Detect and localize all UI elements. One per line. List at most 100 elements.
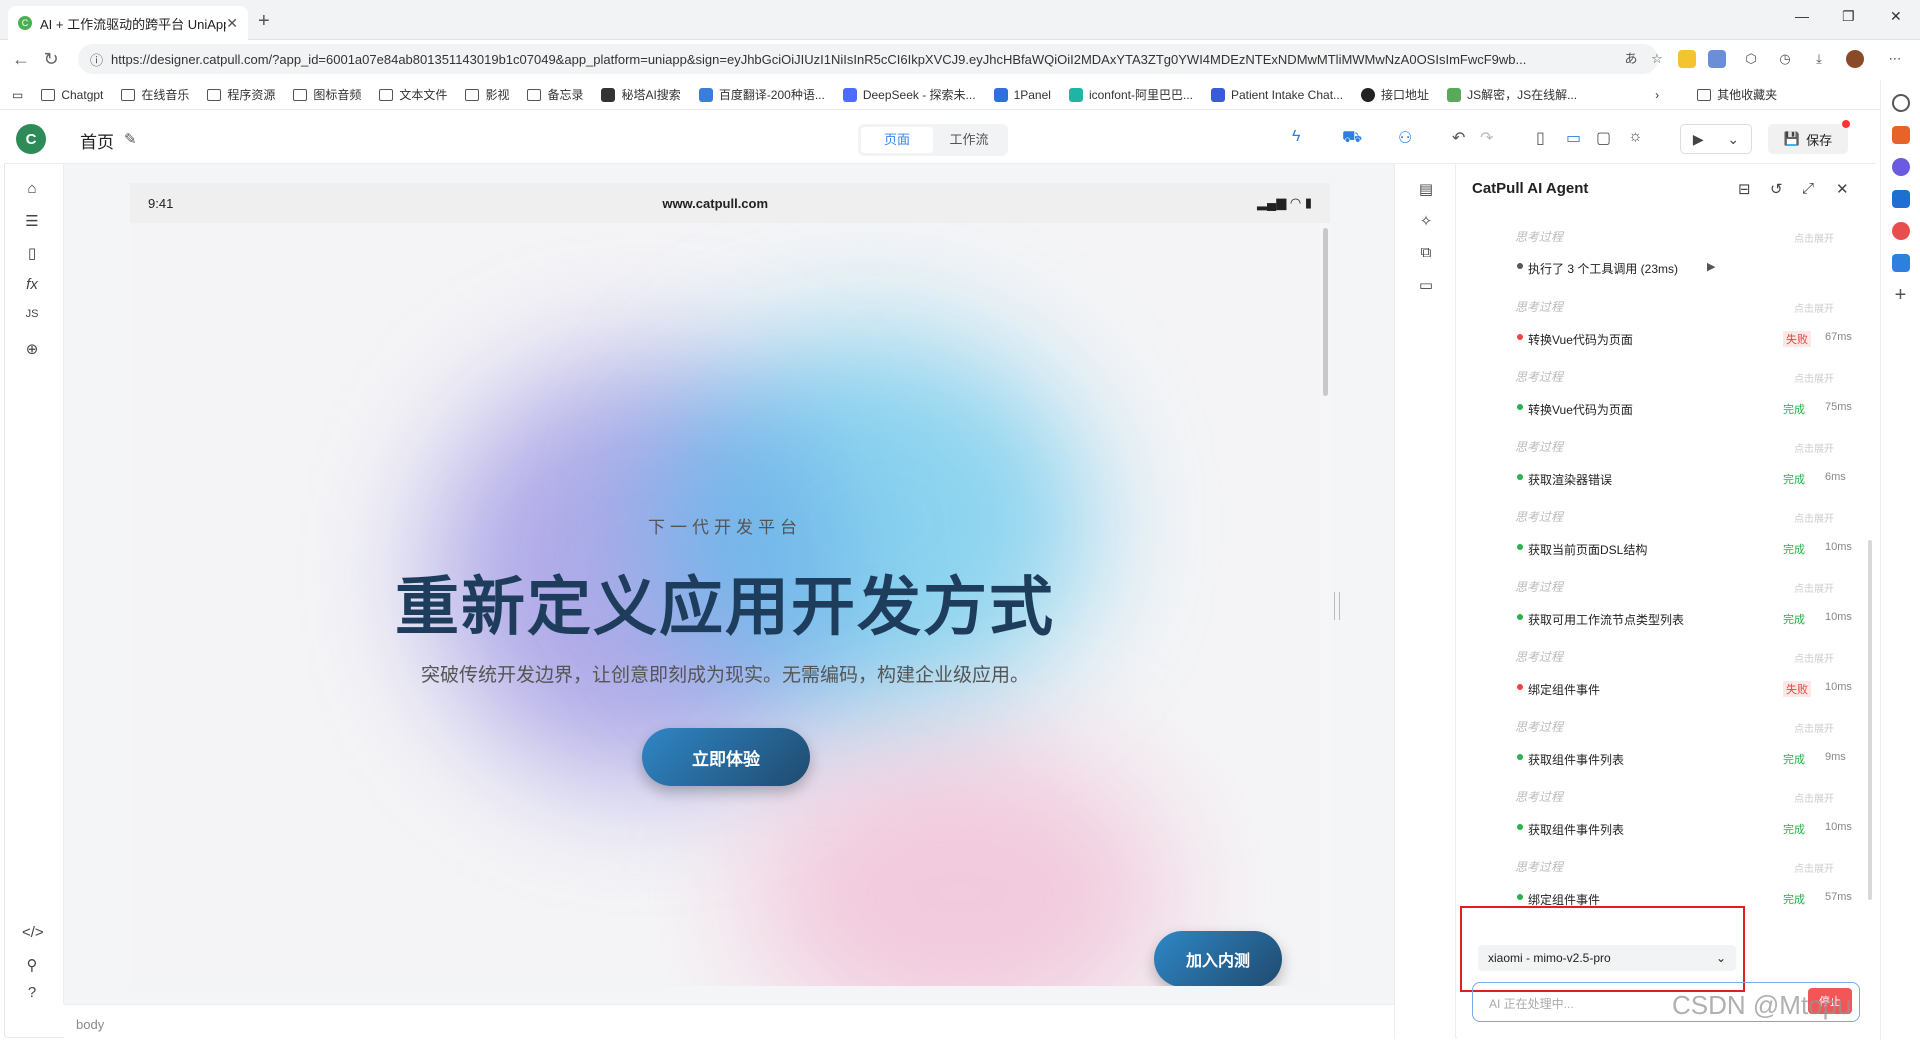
properties-icon[interactable]: ▤	[1416, 180, 1436, 198]
bookmark-item[interactable]: JS解密，JS在线解...	[1447, 86, 1577, 103]
ai-assistant-icon[interactable]: ⚇	[1398, 128, 1412, 148]
device-scroll-thumb[interactable]	[1323, 228, 1328, 396]
mobile-view-icon[interactable]: ▯	[1536, 128, 1545, 148]
globe-icon[interactable]: ⊕	[22, 340, 42, 358]
tab-workflow[interactable]: 工作流	[933, 127, 1005, 153]
bookmark-item[interactable]: 接口地址	[1361, 86, 1429, 103]
minimize-icon[interactable]: —	[1795, 8, 1809, 24]
app-logo[interactable]: C	[16, 124, 46, 154]
bookmark-item[interactable]: Chatgpt	[41, 88, 103, 102]
copy-icon[interactable]: ⧉	[1416, 244, 1436, 261]
reload-icon[interactable]: ↻	[36, 49, 66, 70]
join-beta-button[interactable]: 加入内测	[1154, 931, 1282, 986]
bookmark-item[interactable]: 影视	[465, 86, 509, 103]
think-row[interactable]: 思考过程 点击展开	[1457, 776, 1857, 805]
tool-row[interactable]: 获取当前页面DSL结构 完成 10ms	[1457, 531, 1857, 559]
bookmark-item[interactable]: iconfont-阿里巴巴...	[1068, 86, 1193, 103]
history-icon[interactable]: ◷	[1776, 50, 1794, 68]
close-tab-icon[interactable]: ✕	[226, 15, 238, 32]
search-icon[interactable]	[1891, 94, 1910, 112]
bookmark-item[interactable]: 图标音频	[293, 86, 361, 103]
think-row[interactable]: 思考过程 点击展开	[1457, 216, 1857, 245]
back-icon[interactable]: ←	[6, 49, 36, 70]
more-menu-icon[interactable]: ⋯	[1886, 50, 1904, 68]
edit-icon[interactable]: ✎	[124, 130, 137, 148]
undo-icon[interactable]: ↶	[1452, 128, 1465, 148]
history-icon[interactable]: ↺	[1770, 180, 1783, 198]
bookmarks-overflow-icon[interactable]: ›	[1655, 88, 1659, 102]
site-info-icon[interactable]: ⓘ	[90, 50, 103, 69]
save-button[interactable]: 💾 保存	[1768, 124, 1848, 154]
preview-button[interactable]: ▶ ⌄	[1680, 124, 1752, 154]
tab-page[interactable]: 页面	[861, 127, 933, 153]
tool-row[interactable]: 转换Vue代码为页面 完成 75ms	[1457, 391, 1857, 419]
publish-icon[interactable]: ⛟	[1342, 128, 1362, 148]
try-now-button[interactable]: 立即体验	[642, 728, 810, 786]
tool-row[interactable]: 获取组件事件列表 完成 9ms	[1457, 741, 1857, 769]
tablet-view-icon[interactable]: ▢	[1596, 128, 1611, 148]
desktop-view-icon[interactable]: ▭	[1566, 128, 1581, 148]
think-row[interactable]: 思考过程 点击展开	[1457, 286, 1857, 315]
download-icon[interactable]: ⤓	[1810, 50, 1828, 68]
translate-sidebar-icon[interactable]	[1891, 254, 1910, 272]
bookmark-item[interactable]: 备忘录	[527, 86, 583, 103]
lightning-icon[interactable]: ϟ	[1292, 128, 1300, 146]
function-icon[interactable]: fx	[22, 276, 42, 293]
think-row[interactable]: 思考过程 点击展开	[1457, 846, 1857, 875]
reading-list-icon[interactable]: ▭	[12, 88, 23, 102]
think-row[interactable]: 思考过程 点击展开	[1457, 496, 1857, 525]
tools-icon[interactable]	[1891, 126, 1910, 144]
think-row[interactable]: 思考过程 点击展开	[1457, 426, 1857, 455]
tool-row[interactable]: 转换Vue代码为页面 失败 67ms	[1457, 321, 1857, 349]
tool-row[interactable]: 获取组件事件列表 完成 10ms	[1457, 811, 1857, 839]
tool-summary-row[interactable]: 执行了 3 个工具调用 (23ms) ▶	[1457, 250, 1857, 278]
close-window-icon[interactable]: ✕	[1890, 8, 1902, 25]
new-chat-icon[interactable]: ⊟	[1738, 180, 1751, 198]
bookmark-item[interactable]: 文本文件	[379, 86, 447, 103]
restore-icon[interactable]: ❐	[1842, 8, 1855, 25]
translate-icon[interactable]: あ	[1622, 50, 1640, 68]
redo-icon[interactable]: ↷	[1480, 128, 1493, 148]
expand-icon[interactable]: ⤢	[1802, 180, 1814, 197]
tool-row[interactable]: 获取可用工作流节点类型列表 完成 10ms	[1457, 601, 1857, 629]
code-icon[interactable]: </>	[22, 924, 44, 941]
tool-row[interactable]: 绑定组件事件 完成 57ms	[1457, 881, 1857, 909]
profile-avatar[interactable]	[1846, 50, 1864, 68]
close-panel-icon[interactable]: ✕	[1836, 180, 1849, 198]
copilot-icon[interactable]	[1891, 158, 1910, 176]
add-sidebar-icon[interactable]: +	[1892, 285, 1910, 305]
think-row[interactable]: 思考过程 点击展开	[1457, 706, 1857, 735]
bookmark-item[interactable]: DeepSeek - 探索未...	[842, 86, 976, 103]
extensions-icon[interactable]: ⬡	[1742, 50, 1760, 68]
agent-log-scrollbar[interactable]	[1868, 540, 1872, 900]
theme-icon[interactable]: ☼	[1628, 128, 1643, 146]
help-icon[interactable]: ?	[22, 984, 42, 1001]
bookmark-item[interactable]: 程序资源	[207, 86, 275, 103]
model-select[interactable]: xiaomi - mimo-v2.5-pro ⌄	[1478, 945, 1736, 971]
outlook-icon[interactable]	[1891, 190, 1910, 208]
bookmark-item[interactable]: 百度翻译-200种语...	[698, 86, 825, 103]
element-path[interactable]: body	[64, 1004, 1394, 1038]
browser-tab[interactable]: C AI + 工作流驱动的跨平台 UniApp ✕	[8, 6, 248, 40]
javascript-icon[interactable]: JS	[22, 308, 42, 320]
bookmark-item[interactable]: 1Panel	[993, 87, 1051, 102]
canvas-resize-handle[interactable]	[1334, 592, 1340, 620]
favorite-star-icon[interactable]: ☆	[1648, 50, 1666, 68]
outline-icon[interactable]: ☰	[22, 212, 42, 230]
new-tab-icon[interactable]: +	[258, 10, 270, 33]
other-bookmarks[interactable]: 其他收藏夹	[1697, 86, 1777, 103]
bookmark-item[interactable]: 秘塔AI搜索	[601, 86, 681, 103]
components-icon[interactable]: ⌂	[22, 180, 42, 197]
magic-wand-icon[interactable]: ✧	[1416, 212, 1436, 230]
bookmark-item[interactable]: Patient Intake Chat...	[1210, 87, 1343, 102]
pages-icon[interactable]: ▯	[22, 244, 42, 262]
think-row[interactable]: 思考过程 点击展开	[1457, 566, 1857, 595]
tool-row[interactable]: 获取渲染器错误 完成 6ms	[1457, 461, 1857, 489]
tree-icon[interactable]: ⚲	[22, 956, 42, 974]
tool-row[interactable]: 绑定组件事件 失败 10ms	[1457, 671, 1857, 699]
url-field[interactable]: ⓘ https://designer.catpull.com/?app_id=6…	[78, 44, 1658, 74]
video-icon[interactable]: ▭	[1416, 276, 1436, 294]
extension-icon-2[interactable]	[1708, 50, 1726, 68]
extension-icon[interactable]	[1678, 50, 1696, 68]
games-icon[interactable]	[1891, 222, 1910, 240]
